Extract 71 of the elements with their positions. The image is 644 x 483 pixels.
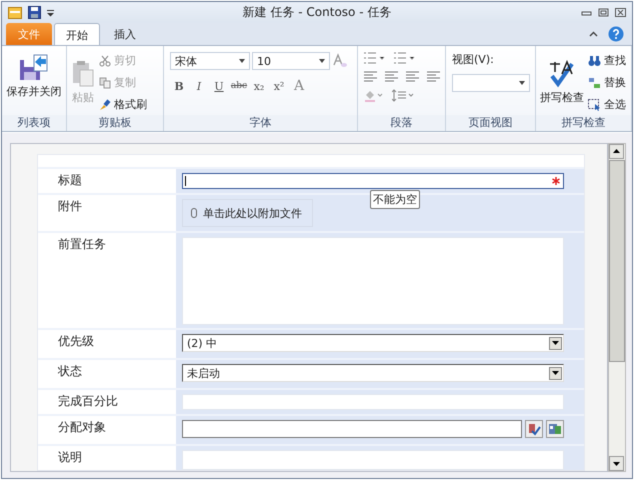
- group-label: 列表项: [2, 115, 66, 131]
- group-label: 页面视图: [446, 115, 535, 131]
- ribbon-tab[interactable]: 插入: [102, 24, 148, 46]
- save-and-close-button[interactable]: 保存并关闭: [4, 50, 64, 102]
- save-close-icon: [18, 52, 50, 82]
- scissors-icon: [99, 54, 111, 67]
- field-label: 分配对象: [58, 420, 106, 434]
- customize-caret-icon[interactable]: [47, 8, 54, 17]
- field-label: 优先级: [58, 334, 94, 348]
- caret-icon: [319, 59, 325, 64]
- binoculars-icon: [588, 54, 601, 67]
- fill-color-icon[interactable]: [364, 89, 384, 102]
- text-field[interactable]: [182, 173, 564, 189]
- scroll-up-icon[interactable]: [609, 144, 624, 159]
- window-title: 新建 任务 - Contoso - 任务: [242, 4, 392, 22]
- help-icon[interactable]: [608, 26, 624, 42]
- format-button[interactable]: U: [210, 77, 228, 96]
- font-size-dropdown[interactable]: 10: [252, 52, 330, 70]
- group-label: 拼写检查: [536, 115, 631, 131]
- collapse-ribbon-icon[interactable]: [589, 31, 598, 38]
- format-button[interactable]: x₂: [250, 77, 268, 96]
- format-button[interactable]: I: [190, 77, 208, 96]
- group-label: 段落: [358, 115, 445, 131]
- group-label: 字体: [164, 115, 357, 131]
- brush-icon: [99, 98, 111, 111]
- caret-icon: [239, 59, 245, 64]
- spelling-check-button[interactable]: 拼写检查: [538, 58, 586, 108]
- address-book-button[interactable]: [546, 420, 564, 438]
- ribbon-tab[interactable]: 开始: [54, 23, 100, 46]
- field-label: 前置任务: [58, 237, 106, 251]
- find-button[interactable]: 查找: [588, 52, 626, 70]
- paperclip-icon: [191, 208, 197, 218]
- replace-icon: [588, 76, 601, 89]
- select-button[interactable]: 全选: [588, 96, 626, 114]
- brush-button[interactable]: 格式刷: [99, 96, 147, 114]
- format-button[interactable]: abc: [230, 77, 248, 96]
- people-field[interactable]: [182, 420, 522, 438]
- copy-icon: [99, 76, 111, 89]
- tooltip: 不能为空: [370, 190, 420, 209]
- save-icon[interactable]: [28, 6, 41, 20]
- view-label: 视图(V):: [452, 52, 495, 68]
- field-label: 状态: [58, 364, 82, 378]
- caret-icon: [519, 81, 525, 86]
- app-icon[interactable]: [8, 6, 22, 19]
- line-spacing-icon[interactable]: [392, 89, 414, 102]
- font-family-dropdown[interactable]: 宋体: [170, 52, 250, 70]
- scroll-down-icon[interactable]: [609, 456, 624, 471]
- field-label: 标题: [58, 173, 82, 187]
- replace-button[interactable]: 替换: [588, 74, 626, 92]
- align-icon[interactable]: [427, 71, 440, 82]
- check-names-button[interactable]: [525, 420, 543, 438]
- format-button[interactable]: x²: [270, 77, 288, 96]
- field-label: 完成百分比: [58, 394, 118, 408]
- dropdown[interactable]: (2) 中: [182, 334, 564, 352]
- close-icon[interactable]: [615, 8, 626, 18]
- attach-file-button[interactable]: 单击此处以附加文件: [182, 199, 313, 227]
- align-icon[interactable]: [364, 71, 377, 82]
- field-label: 附件: [58, 199, 82, 213]
- bullet-list-icon[interactable]: [364, 52, 386, 64]
- scrollbar[interactable]: [608, 143, 626, 472]
- clear-format-icon[interactable]: [332, 53, 348, 70]
- align-icon[interactable]: [385, 71, 398, 82]
- align-icon[interactable]: [406, 71, 419, 82]
- field-label: 说明: [58, 450, 82, 464]
- group-label: 剪贴板: [67, 115, 163, 131]
- format-button[interactable]: B: [170, 77, 188, 96]
- dropdown[interactable]: 未启动: [182, 364, 564, 382]
- numbered-list-icon[interactable]: [394, 52, 416, 64]
- select-all-icon: [588, 98, 601, 111]
- paste-icon: [71, 60, 95, 88]
- maximize-icon[interactable]: [598, 8, 609, 18]
